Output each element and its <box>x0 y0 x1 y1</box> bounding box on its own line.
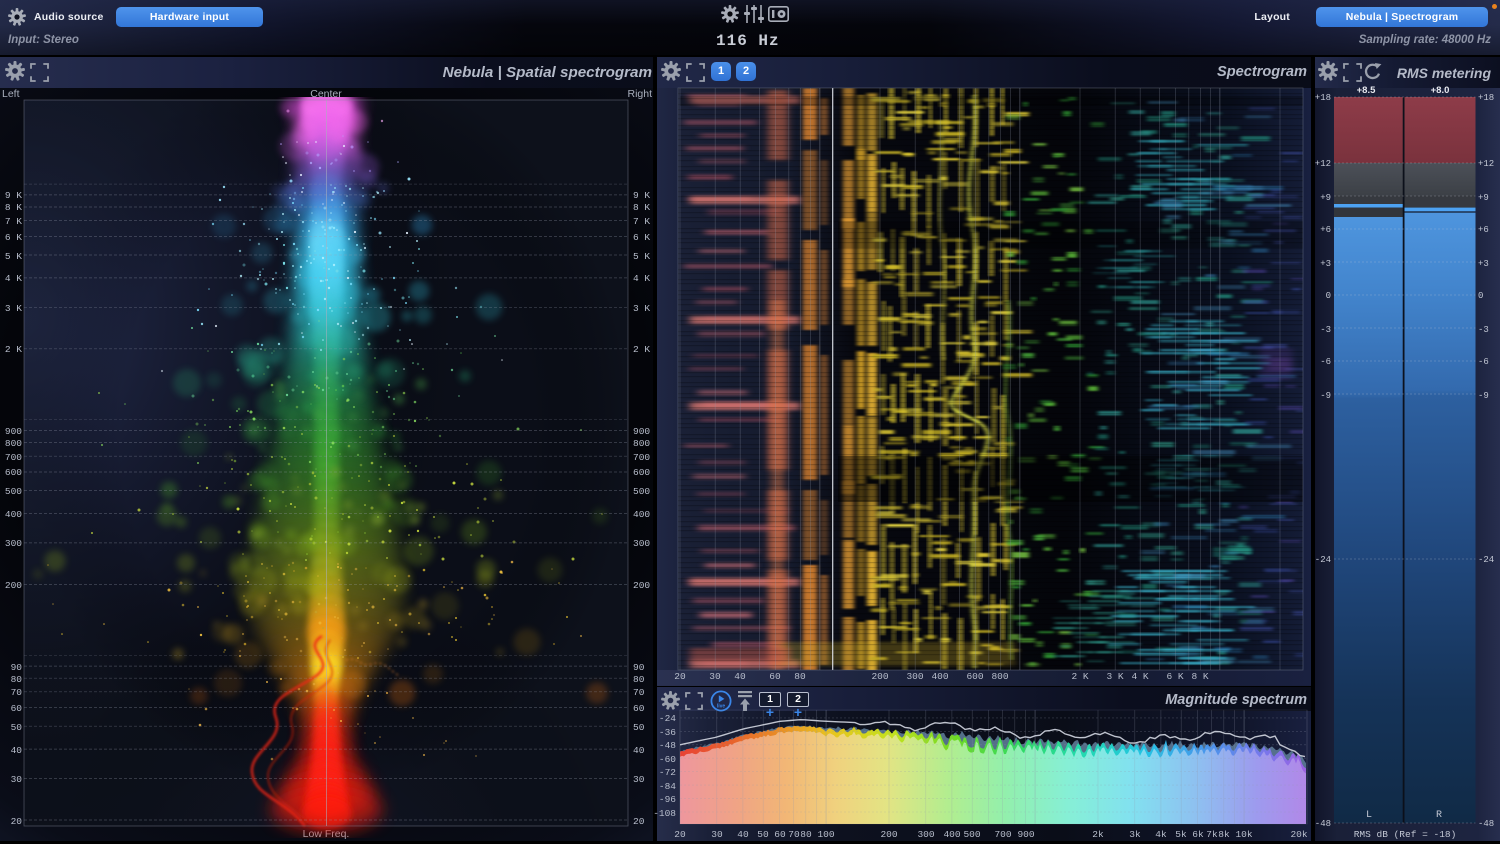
svg-text:R: R <box>1436 810 1442 821</box>
svg-text:-3: -3 <box>1478 325 1489 335</box>
svg-text:RMS dB (Ref = -18): RMS dB (Ref = -18) <box>1354 829 1457 840</box>
svg-text:+9: +9 <box>1320 193 1331 203</box>
svg-text:+6: +6 <box>1478 225 1489 235</box>
svg-text:+18: +18 <box>1478 93 1494 103</box>
svg-text:+18: +18 <box>1315 93 1331 103</box>
svg-text:-9: -9 <box>1320 391 1331 401</box>
svg-text:-48: -48 <box>1315 819 1331 829</box>
svg-text:-9: -9 <box>1478 391 1489 401</box>
svg-text:+9: +9 <box>1478 193 1489 203</box>
svg-text:-24: -24 <box>1315 555 1331 565</box>
svg-text:-6: -6 <box>1320 357 1331 367</box>
svg-text:+12: +12 <box>1315 159 1331 169</box>
svg-text:+12: +12 <box>1478 159 1494 169</box>
svg-text:+3: +3 <box>1320 259 1331 269</box>
svg-text:0: 0 <box>1326 291 1331 301</box>
svg-text:L: L <box>1366 810 1372 821</box>
svg-text:-6: -6 <box>1478 357 1489 367</box>
svg-text:+3: +3 <box>1478 259 1489 269</box>
svg-text:+6: +6 <box>1320 225 1331 235</box>
svg-text:-3: -3 <box>1320 325 1331 335</box>
svg-text:-24: -24 <box>1478 555 1494 565</box>
svg-text:0: 0 <box>1478 291 1483 301</box>
svg-text:-48: -48 <box>1478 819 1494 829</box>
